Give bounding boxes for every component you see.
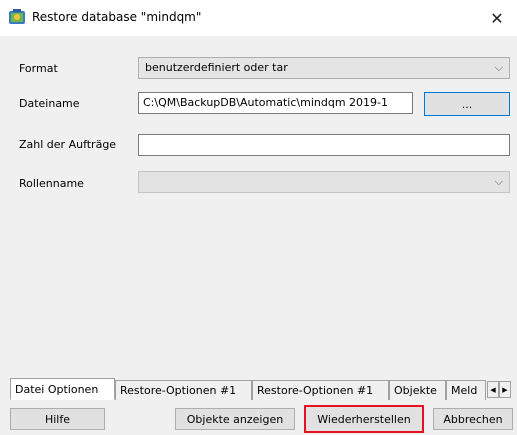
role-select[interactable]: ⌵	[138, 171, 510, 193]
tab-restore-options-1b[interactable]: Restore-Optionen #1	[252, 380, 389, 400]
restore-dialog: Restore database "mindqm" ✕ Format benut…	[0, 0, 517, 435]
tab-scroll-left-icon[interactable]: ◀	[487, 381, 499, 398]
tab-restore-options-1[interactable]: Restore-Optionen #1	[115, 380, 252, 400]
chevron-down-icon: ⌵	[494, 175, 503, 188]
jobs-label: Zahl der Aufträge	[19, 138, 117, 151]
filename-input[interactable]: C:\QM\BackupDB\Automatic\mindqm 2019-1	[138, 92, 413, 114]
filename-label: Dateiname	[19, 97, 80, 110]
role-label: Rollenname	[19, 177, 84, 190]
window-title: Restore database "mindqm"	[32, 10, 202, 24]
filename-value: C:\QM\BackupDB\Automatic\mindqm 2019-1	[143, 96, 388, 109]
tab-content-panel: Format benutzerdefiniert oder tar ⌵ Date…	[10, 50, 510, 380]
tab-messages[interactable]: Meld	[446, 380, 486, 400]
tab-file-options[interactable]: Datei Optionen	[10, 378, 115, 400]
chevron-down-icon: ⌵	[494, 61, 503, 74]
tab-scroll-right-icon[interactable]: ▶	[499, 381, 511, 398]
tab-objects[interactable]: Objekte	[389, 380, 446, 400]
jobs-input[interactable]	[138, 134, 510, 156]
tab-strip: Datei Optionen Restore-Optionen #1 Resto…	[10, 378, 511, 402]
cancel-button[interactable]: Abbrechen	[433, 408, 513, 430]
close-icon: ✕	[490, 8, 504, 28]
format-label: Format	[19, 62, 58, 75]
show-objects-button[interactable]: Objekte anzeigen	[175, 408, 295, 430]
format-value: benutzerdefiniert oder tar	[145, 61, 288, 74]
restore-button[interactable]: Wiederherstellen	[304, 405, 424, 433]
pgadmin-elephant-icon	[9, 9, 25, 24]
title-bar: Restore database "mindqm" ✕	[0, 0, 517, 36]
browse-button[interactable]: ...	[424, 92, 510, 116]
help-button[interactable]: Hilfe	[10, 408, 105, 430]
format-select[interactable]: benutzerdefiniert oder tar ⌵	[138, 57, 510, 79]
close-button[interactable]: ✕	[477, 0, 517, 36]
